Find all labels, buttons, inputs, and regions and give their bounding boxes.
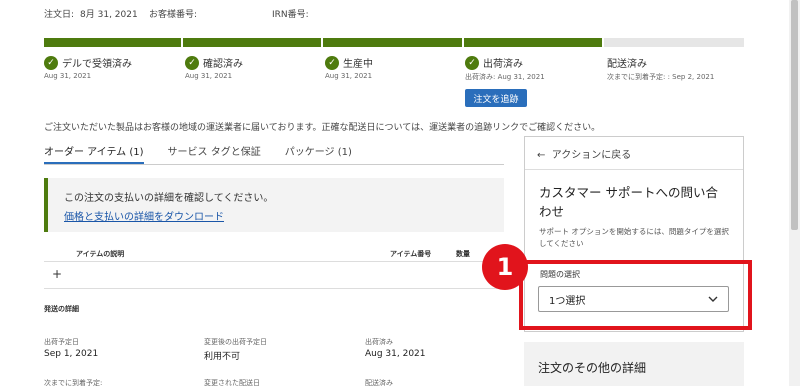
check-icon: ✓	[44, 55, 58, 70]
back-to-actions-link[interactable]: ← アクションに戻る	[537, 146, 631, 161]
field-label: 変更後の出荷予定日	[204, 338, 267, 346]
callout-number-badge: 1	[482, 244, 528, 290]
divider	[525, 169, 743, 170]
support-description: サポート オプションを開始するには、問題タイプを選択してください	[539, 227, 729, 248]
delivery-notice: ご注文いただいた製品はお客様の地域の運送業者に届いております。正確な配送日につい…	[44, 123, 601, 133]
irn-number-label: IRN番号:	[272, 10, 309, 20]
chevron-down-icon	[708, 294, 718, 305]
column-quantity: 数量	[456, 250, 470, 258]
issue-select-label: 問題の選択	[540, 270, 580, 279]
field-label: 配送済み	[365, 379, 393, 387]
check-icon: ✓	[185, 55, 199, 70]
column-item-description: アイテムの説明	[76, 250, 125, 258]
progress-segment-production	[323, 38, 462, 47]
step-shipped: ✓ 出荷済み 出荷済み: Aug 31, 2021	[465, 55, 545, 81]
field-value: 利用不可	[204, 352, 241, 362]
field-value: Aug 31, 2021	[365, 349, 426, 359]
field-label: 次までに到着予定:	[44, 379, 103, 387]
divider	[44, 288, 504, 289]
payment-info-box: この注文の支払いの詳細を確認してください。 価格と支払いの詳細をダウンロード	[44, 178, 504, 232]
field-label: 変更された配送日	[204, 379, 260, 387]
tab-service-tags[interactable]: サービス タグと保証	[168, 142, 261, 164]
support-title: カスタマー サポートへの問い合わせ	[539, 185, 718, 219]
order-date: 注文日: 8月 31, 2021	[44, 10, 138, 20]
step-production: ✓ 生産中 Aug 31, 2021	[325, 55, 373, 80]
step-delivered: 配送済み 次までに到着予定: : Sep 2, 2021	[607, 59, 715, 81]
items-table-header: アイテムの説明 アイテム番号 数量	[44, 245, 504, 262]
step-confirmed: ✓ 確認済み Aug 31, 2021	[185, 55, 243, 80]
shipping-details-title: 発送の詳細	[44, 305, 79, 313]
field-label: 出荷予定日	[44, 338, 79, 346]
issue-type-select[interactable]: 1つ選択	[538, 286, 729, 312]
order-tabs: オーダー アイテム (1) サービス タグと保証 パッケージ (1)	[44, 142, 504, 165]
scrollbar-thumb[interactable]	[791, 0, 798, 230]
field-label: 出荷済み	[365, 338, 393, 346]
track-order-button[interactable]: 注文を追跡	[465, 89, 527, 107]
check-icon: ✓	[465, 55, 479, 70]
tab-packages[interactable]: パッケージ (1)	[285, 142, 352, 164]
other-order-details[interactable]: 注文のその他の詳細	[524, 342, 744, 386]
order-progress-bar	[44, 38, 744, 47]
customer-number-label: お客様番号:	[149, 10, 198, 20]
progress-segment-delivered	[604, 38, 744, 47]
download-payment-link[interactable]: 価格と支払いの詳細をダウンロード	[64, 208, 224, 223]
progress-segment-confirmed	[183, 38, 321, 47]
tab-order-items[interactable]: オーダー アイテム (1)	[44, 142, 144, 164]
progress-segment-received	[44, 38, 181, 47]
step-received: ✓ デルで受領済み Aug 31, 2021	[44, 55, 132, 80]
arrow-left-icon: ←	[537, 150, 546, 161]
field-value: Sep 1, 2021	[44, 349, 99, 359]
payment-message: この注文の支払いの詳細を確認してください。	[64, 193, 274, 204]
check-icon: ✓	[325, 55, 339, 70]
expand-item-button[interactable]: +	[52, 267, 62, 281]
column-item-number: アイテム番号	[390, 250, 432, 258]
progress-segment-shipped	[464, 38, 602, 47]
